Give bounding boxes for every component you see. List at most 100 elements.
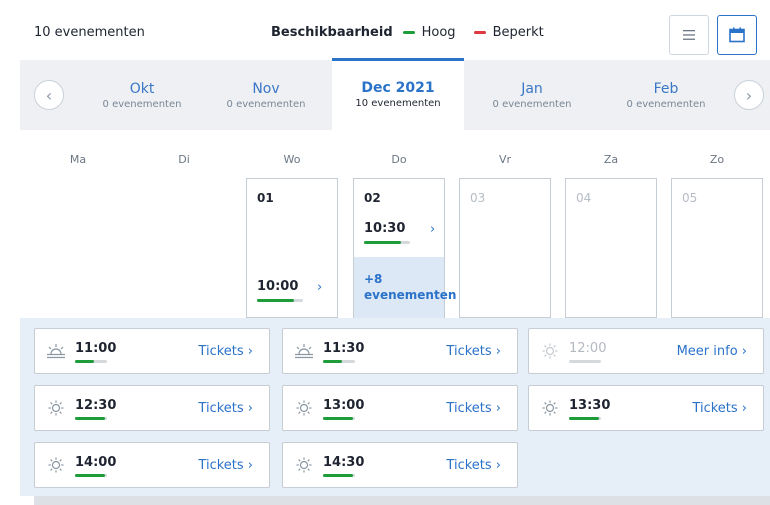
day-cell-04: 04 (565, 178, 657, 318)
time-slots-panel: 11:00 Tickets › 11:30 Tickets › 12:00 Me… (20, 318, 770, 496)
day-cell-02[interactable]: 02 10:30 › +8 evenementen (353, 178, 456, 319)
month-name: Okt (129, 81, 155, 97)
legend-limited-dash (473, 31, 486, 34)
tickets-link[interactable]: Tickets › (446, 458, 501, 473)
month-name: Dec 2021 (361, 80, 435, 96)
month-count: 0 evenementen (492, 99, 572, 110)
chevron-right-icon: › (430, 222, 436, 237)
month-name: Feb (653, 81, 679, 97)
month-name: Jan (521, 81, 543, 97)
link-label: Tickets (198, 344, 244, 359)
more-events-label: +8 evenementen (364, 272, 457, 302)
month-count: 0 evenementen (226, 99, 306, 110)
more-info-link[interactable]: Meer info › (677, 344, 747, 359)
month-count: 0 evenementen (626, 99, 706, 110)
tickets-link[interactable]: Tickets › (198, 458, 253, 473)
day-number: 05 (682, 191, 698, 205)
weekday-zo: Zo (709, 153, 725, 166)
slot-time: 13:30 (569, 398, 611, 413)
sunrise-icon (46, 343, 66, 359)
weekday-vr: Vr (498, 153, 512, 166)
tickets-link[interactable]: Tickets › (692, 401, 747, 416)
availability-label: Beschikbaarheid (271, 25, 393, 40)
link-label: Meer info (676, 344, 738, 359)
slot-time: 14:00 (75, 455, 117, 470)
availability-bar (75, 417, 107, 420)
month-count: 10 evenementen (355, 98, 441, 109)
time-slot-card[interactable]: 14:30 Tickets › (282, 442, 518, 488)
availability-bar (323, 360, 355, 363)
more-events-button[interactable]: +8 evenementen (353, 257, 456, 319)
legend-high-label: Hoog (421, 25, 456, 40)
slot-time: 14:30 (323, 455, 365, 470)
availability-fill (323, 417, 354, 420)
chevron-right-icon: › (745, 85, 753, 105)
month-tab-okt[interactable]: Okt 0 evenementen (76, 60, 208, 130)
tickets-link[interactable]: Tickets › (446, 344, 501, 359)
chevron-left-icon: ‹ (45, 85, 53, 105)
tickets-link[interactable]: Tickets › (198, 401, 253, 416)
sun-icon (294, 400, 314, 416)
link-label: Tickets (198, 401, 244, 416)
month-tab-jan[interactable]: Jan 0 evenementen (466, 60, 598, 130)
time-slot-card[interactable]: 11:30 Tickets › (282, 328, 518, 374)
tickets-link[interactable]: Tickets › (198, 344, 253, 359)
availability-fill (569, 417, 600, 420)
prev-month-button[interactable]: ‹ (34, 80, 64, 110)
month-tab-nov[interactable]: Nov 0 evenementen (200, 60, 332, 130)
day-cell-01[interactable]: 01 10:00 › (246, 178, 338, 318)
time-slot-card[interactable]: 12:30 Tickets › (34, 385, 270, 431)
list-view-button[interactable] (669, 15, 709, 55)
availability-fill (323, 474, 354, 477)
calendar-view-button[interactable] (717, 15, 757, 55)
time-slot-card[interactable]: 13:00 Tickets › (282, 385, 518, 431)
legend-high-dash (402, 31, 415, 34)
time-slot-card[interactable]: 14:00 Tickets › (34, 442, 270, 488)
event-count: 10 evenementen (34, 25, 145, 40)
availability-bar (569, 417, 601, 420)
day-cell-03: 03 (459, 178, 551, 318)
availability-bar (323, 417, 355, 420)
day-number: 01 (257, 191, 274, 205)
day-number: 02 (364, 191, 381, 205)
weekday-wo: Wo (283, 153, 301, 166)
bottom-divider (34, 496, 770, 505)
month-tab-dec-2021[interactable]: Dec 2021 10 evenementen (332, 58, 464, 130)
next-month-button[interactable]: › (734, 80, 764, 110)
weekday-ma: Ma (69, 153, 87, 166)
time-slot-card[interactable]: 11:00 Tickets › (34, 328, 270, 374)
availability-bar (364, 241, 410, 244)
link-label: Tickets (692, 401, 738, 416)
availability-legend: Beschikbaarheid Hoog Beperkt (271, 25, 562, 40)
day-number: 03 (470, 191, 486, 205)
availability-bar (257, 299, 303, 302)
month-name: Nov (252, 81, 280, 97)
slot-time: 11:30 (323, 341, 365, 356)
sun-icon (540, 400, 560, 416)
month-tab-feb[interactable]: Feb 0 evenementen (600, 60, 732, 130)
day-number: 04 (576, 191, 592, 205)
time-slot-card[interactable]: 13:30 Tickets › (528, 385, 764, 431)
month-strip: ‹ Okt 0 evenementen Nov 0 evenementen De… (20, 58, 770, 130)
day-slot-time: 10:30 (364, 221, 406, 236)
time-slot-card[interactable]: 12:00 Meer info › (528, 328, 764, 374)
list-icon (683, 30, 695, 40)
sun-icon (46, 457, 66, 473)
availability-bar (75, 474, 107, 477)
tickets-link[interactable]: Tickets › (446, 401, 501, 416)
availability-bar (569, 360, 601, 363)
slot-time: 11:00 (75, 341, 117, 356)
availability-fill (75, 417, 106, 420)
sun-icon (46, 400, 66, 416)
day-cell-05: 05 (671, 178, 763, 318)
availability-fill (75, 474, 106, 477)
link-label: Tickets (446, 401, 492, 416)
slot-time: 13:00 (323, 398, 365, 413)
calendar-icon (729, 27, 745, 43)
legend-limited-label: Beperkt (492, 25, 544, 40)
sun-icon (540, 343, 560, 359)
day-slot-time: 10:00 (257, 279, 299, 294)
weekday-za: Za (603, 153, 619, 166)
link-label: Tickets (446, 344, 492, 359)
chevron-right-icon: › (317, 280, 323, 295)
